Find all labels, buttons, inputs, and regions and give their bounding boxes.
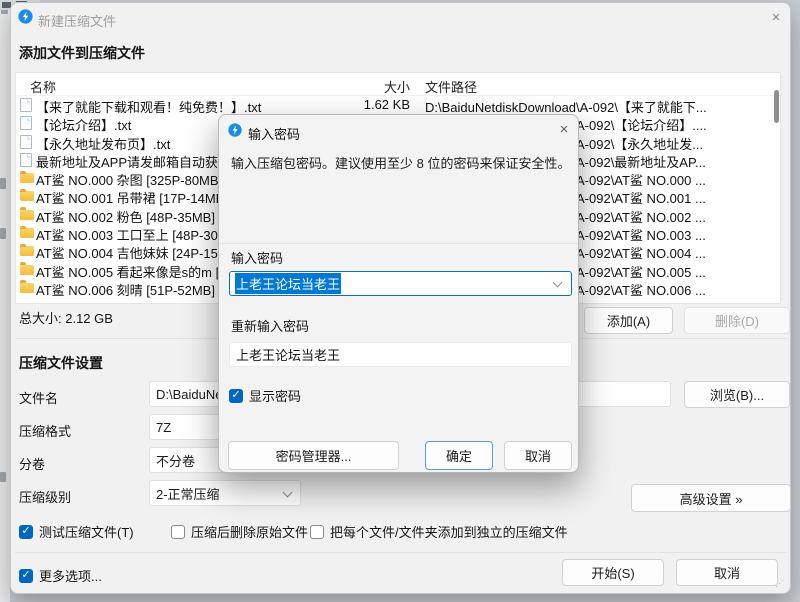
file-name: AT鲨 NO.001 吊带裙 [17P-14MB] [36, 188, 228, 207]
show-password-option[interactable]: ✓ 显示密码 [229, 386, 301, 405]
column-header-path[interactable]: 文件路径 [425, 77, 477, 96]
file-path: A-092\最新地址及AP... [576, 152, 706, 171]
column-header-size[interactable]: 大小 [314, 77, 410, 96]
file-table-header[interactable]: 名称 大小 文件路径 [16, 73, 780, 96]
section-archive-settings: 压缩文件设置 [19, 353, 103, 373]
screen: 新建压缩文件 × 添加文件到压缩文件 名称 大小 文件路径 【来了就能下载和观看… [0, 0, 800, 602]
start-button[interactable]: 开始(S) [562, 559, 664, 586]
folder-icon [20, 210, 34, 220]
show-password-label: 显示密码 [249, 386, 301, 405]
resize-grip-icon[interactable]: ⋰ [775, 578, 784, 589]
folder-icon [20, 191, 34, 201]
column-header-name[interactable]: 名称 [30, 77, 56, 96]
file-path: A-092\AT鲨 NO.000 ... [576, 170, 706, 189]
file-name: AT鲨 NO.004 吉他妹妹 [24P-15M [36, 243, 229, 262]
confirm-password-label: 重新输入密码 [231, 316, 309, 335]
checkbox-unchecked-icon[interactable] [310, 525, 324, 539]
more-options-label: 更多选项... [39, 566, 102, 585]
cancel-button[interactable]: 取消 [676, 559, 778, 586]
confirm-password-value: 上老王论坛当老王 [236, 345, 340, 364]
file-name: AT鲨 NO.002 粉色 [48P-35MB] [36, 207, 215, 226]
level-dropdown[interactable]: 2-正常压缩 [149, 480, 301, 506]
file-path: A-092\AT鲨 NO.006 ... [576, 280, 706, 299]
window-close-icon[interactable]: × [765, 7, 787, 29]
separate-archives-option[interactable]: 把每个文件/文件夹添加到独立的压缩文件 [310, 522, 568, 541]
file-path: A-092\AT鲨 NO.001 ... [576, 188, 706, 207]
password-dialog: 输入密码 × 输入压缩包密码。建议使用至少 8 位的密码来保证安全性。 输入密码… [218, 114, 579, 473]
dialog-cancel-button[interactable]: 取消 [504, 441, 572, 470]
checkbox-checked-icon[interactable]: ✓ [229, 389, 243, 403]
total-size-label: 总大小: 2.12 GB [19, 308, 113, 327]
folder-icon [20, 265, 34, 275]
more-options-option[interactable]: ✓ 更多选项... [19, 566, 102, 585]
divider [219, 243, 578, 244]
background-window-sliver [0, 0, 10, 602]
file-name: 【永久地址发布页】.txt [36, 134, 170, 153]
folder-icon [20, 246, 34, 256]
file-icon [20, 153, 32, 167]
chevron-down-icon [283, 487, 293, 497]
file-path: A-092\【永久地址发... [576, 134, 703, 153]
file-path: A-092\AT鲨 NO.004 ... [576, 243, 706, 262]
confirm-password-input[interactable]: 上老王论坛当老王 [229, 342, 572, 367]
folder-icon [20, 173, 34, 183]
password-manager-button[interactable]: 密码管理器... [228, 441, 399, 470]
file-path: A-092\【论坛介绍】.... [576, 115, 707, 134]
password-input[interactable]: 上老王论坛当老王 [229, 271, 572, 296]
file-name: AT鲨 NO.003 工口至上 [48P-30M [36, 225, 229, 244]
dialog-title: 输入密码 [248, 124, 300, 143]
app-lightning-icon [228, 123, 242, 137]
titlebar[interactable]: 新建压缩文件 × [11, 3, 790, 33]
dialog-close-icon[interactable]: × [553, 119, 575, 141]
delete-button: 删除(D) [684, 307, 790, 334]
volume-value: 不分卷 [156, 451, 195, 470]
format-label: 压缩格式 [19, 421, 71, 440]
level-value: 2-正常压缩 [156, 484, 220, 503]
ok-button[interactable]: 确定 [425, 441, 493, 470]
folder-icon [20, 228, 34, 238]
file-size: 1.62 KB [314, 97, 410, 112]
app-lightning-icon [18, 9, 33, 24]
browse-button[interactable]: 浏览(B)... [684, 381, 790, 408]
test-archive-option[interactable]: ✓ 测试压缩文件(T) [19, 522, 134, 541]
password-label: 输入密码 [231, 248, 283, 267]
volume-label: 分卷 [19, 454, 45, 473]
advanced-settings-button[interactable]: 高级设置 » [631, 484, 791, 512]
window-title: 新建压缩文件 [38, 11, 116, 30]
file-name: AT鲨 NO.006 刻晴 [51P-52MB] [36, 280, 215, 299]
password-value-selected: 上老王论坛当老王 [235, 273, 341, 294]
file-name: AT鲨 NO.005 看起来像是s的m [3 [36, 262, 226, 281]
separate-archives-label: 把每个文件/文件夹添加到独立的压缩文件 [330, 522, 568, 541]
add-button[interactable]: 添加(A) [584, 307, 673, 334]
chevron-down-icon[interactable] [553, 278, 563, 288]
section-add-files: 添加文件到压缩文件 [19, 43, 145, 63]
checkbox-unchecked-icon[interactable] [171, 525, 185, 539]
format-value: 7Z [156, 420, 171, 435]
file-path: A-092\AT鲨 NO.003 ... [576, 225, 706, 244]
dialog-message: 输入压缩包密码。建议使用至少 8 位的密码来保证安全性。 [231, 155, 571, 174]
table-row[interactable]: 【来了就能下载和观看！纯免费！】.txt1.62 KBD:\BaiduNetdi… [16, 96, 780, 114]
file-icon [20, 135, 32, 149]
divider [15, 552, 787, 553]
file-name: AT鲨 NO.000 杂图 [325P-80MB] [36, 170, 222, 189]
filename-label: 文件名 [19, 388, 58, 407]
file-icon [20, 98, 32, 112]
table-scrollbar-thumb[interactable] [774, 90, 779, 123]
level-label: 压缩级别 [19, 487, 71, 506]
filename-value: D:\BaiduNe [156, 387, 222, 402]
delete-after-option[interactable]: 压缩后删除原始文件 [171, 522, 308, 541]
file-path: A-092\AT鲨 NO.002 ... [576, 207, 706, 226]
file-icon [20, 116, 32, 130]
checkbox-checked-icon[interactable]: ✓ [19, 525, 33, 539]
test-archive-label: 测试压缩文件(T) [39, 522, 134, 541]
file-name: 最新地址及APP请发邮箱自动获取 [36, 152, 231, 171]
checkbox-checked-icon[interactable]: ✓ [19, 569, 33, 583]
file-path: A-092\AT鲨 NO.005 ... [576, 262, 706, 281]
folder-icon [20, 283, 34, 293]
delete-after-label: 压缩后删除原始文件 [191, 522, 308, 541]
file-name: 【论坛介绍】.txt [36, 115, 131, 134]
